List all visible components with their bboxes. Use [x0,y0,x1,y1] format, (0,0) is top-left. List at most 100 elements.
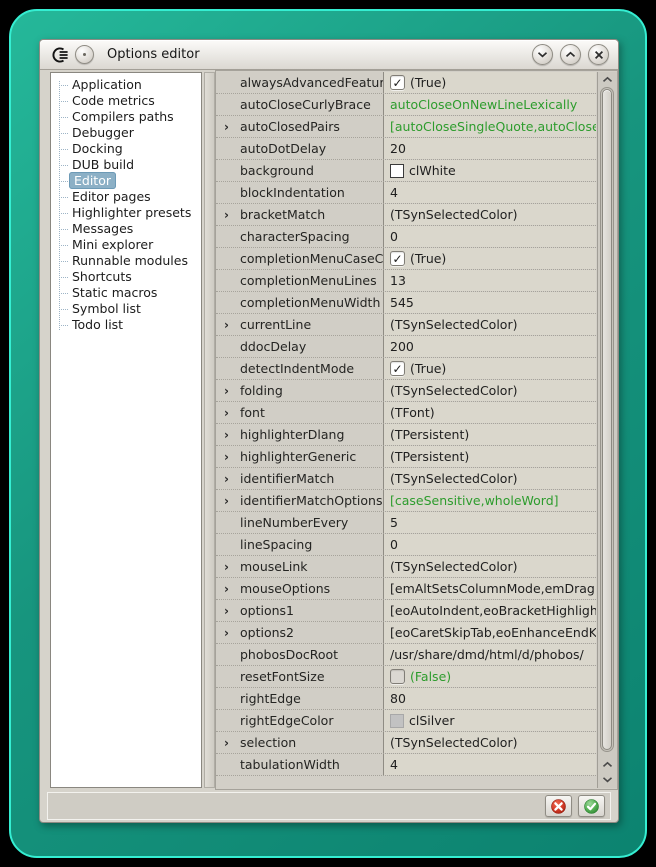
property-value[interactable]: (TSynSelectedColor) [384,556,596,577]
property-name[interactable]: selection [237,732,384,753]
property-row[interactable]: characterSpacing 0 [216,226,596,248]
expand-arrow[interactable]: › [216,622,237,643]
property-value[interactable]: 200 [384,336,596,357]
property-value[interactable]: [caseSensitive,wholeWord] [384,490,596,511]
property-name[interactable]: characterSpacing [237,226,384,247]
property-name[interactable]: completionMenuCaseCare [237,248,384,269]
sidebar-item-label[interactable]: Editor [69,172,116,189]
expand-arrow[interactable]: › [216,732,237,753]
checkbox-checked[interactable]: ✓ [390,251,405,266]
expand-arrow[interactable] [216,644,237,665]
property-value[interactable]: [emAltSetsColumnMode,emDragDro [384,578,596,599]
expand-arrow[interactable]: › [216,204,237,225]
property-value[interactable]: (TSynSelectedColor) [384,468,596,489]
property-value-text[interactable]: 0 [390,229,398,244]
property-name[interactable]: resetFontSize [237,666,384,687]
property-value-text[interactable]: (TSynSelectedColor) [390,383,517,398]
property-value[interactable]: 545 [384,292,596,313]
property-value-text[interactable]: 545 [390,295,414,310]
property-value[interactable]: (TPersistent) [384,446,596,467]
sidebar-item-label[interactable]: Todo list [69,316,126,333]
property-value-text[interactable]: [caseSensitive,wholeWord] [390,493,559,508]
property-value-text[interactable]: 200 [390,339,414,354]
property-value[interactable]: 4 [384,182,596,203]
property-value[interactable]: (TSynSelectedColor) [384,732,596,753]
property-value-text[interactable]: (True) [410,75,446,90]
expand-arrow[interactable] [216,358,237,379]
property-value-text[interactable]: (True) [410,251,446,266]
property-value[interactable]: ✓ (True) [384,248,596,269]
property-value[interactable]: (False) [384,666,596,687]
property-name[interactable]: blockIndentation [237,182,384,203]
expand-arrow[interactable] [216,292,237,313]
sidebar-item[interactable]: Debugger [69,125,201,141]
property-name[interactable]: identifierMatchOptions [237,490,384,511]
property-value[interactable]: ✓(True) [384,72,596,93]
property-value-text[interactable]: clWhite [409,163,456,178]
property-value[interactable]: clSilver [384,710,596,731]
property-value[interactable]: 5 [384,512,596,533]
property-name[interactable]: phobosDocRoot [237,644,384,665]
property-name[interactable]: font [237,402,384,423]
expand-arrow[interactable] [216,270,237,291]
scrollbar-track[interactable] [600,87,614,752]
property-row[interactable]: › options1 [eoAutoIndent,eoBracketHighli… [216,600,596,622]
checkbox-checked[interactable]: ✓ [390,361,405,376]
property-row[interactable]: completionMenuWidth 545 [216,292,596,314]
expand-arrow[interactable] [216,248,237,269]
property-row[interactable]: › mouseLink (TSynSelectedColor) [216,556,596,578]
property-name[interactable]: lineSpacing [237,534,384,555]
property-name[interactable]: autoCloseCurlyBrace [237,94,384,115]
property-value-text[interactable]: (TFont) [390,405,435,420]
property-value[interactable]: [eoCaretSkipTab,eoEnhanceEndKe [384,622,596,643]
property-row[interactable]: lineSpacing 0 [216,534,596,556]
expand-arrow[interactable]: › [216,468,237,489]
sidebar-item-label[interactable]: Runnable modules [69,252,191,269]
property-row[interactable]: › identifierMatchOptions [caseSensitive,… [216,490,596,512]
expand-arrow[interactable] [216,336,237,357]
sidebar-splitter[interactable] [204,72,215,788]
sidebar-item[interactable]: Mini explorer [69,237,201,253]
property-value[interactable]: (TSynSelectedColor) [384,314,596,335]
expand-arrow[interactable] [216,754,237,775]
sidebar-item-label[interactable]: DUB build [69,156,137,173]
property-value-text[interactable]: autoCloseOnNewLineLexically [390,97,577,112]
property-row[interactable]: › highlighterDlang (TPersistent) [216,424,596,446]
property-value[interactable]: 0 [384,226,596,247]
sidebar-item[interactable]: Code metrics [69,93,201,109]
expand-arrow[interactable]: › [216,600,237,621]
expand-arrow[interactable] [216,138,237,159]
property-value[interactable]: 13 [384,270,596,291]
property-name[interactable]: tabulationWidth [237,754,384,775]
property-name[interactable]: autoDotDelay [237,138,384,159]
property-row[interactable]: › selection (TSynSelectedColor) [216,732,596,754]
sidebar-item[interactable]: Messages [69,221,201,237]
expand-arrow[interactable] [216,512,237,533]
scrollbar-thumb[interactable] [602,89,612,750]
property-name[interactable]: background [237,160,384,181]
expand-arrow[interactable] [216,72,237,93]
close-button[interactable] [588,44,609,65]
property-name[interactable]: lineNumberEvery [237,512,384,533]
property-value-text[interactable]: (TSynSelectedColor) [390,471,517,486]
sidebar-item[interactable]: Editor pages [69,189,201,205]
property-value[interactable]: (TSynSelectedColor) [384,204,596,225]
expand-arrow[interactable]: › [216,578,237,599]
property-row[interactable]: completionMenuLines 13 [216,270,596,292]
property-value-text[interactable]: 5 [390,515,398,530]
property-name[interactable]: mouseOptions [237,578,384,599]
property-value-text[interactable]: [eoAutoIndent,eoBracketHighlight [390,603,596,618]
property-row[interactable]: autoCloseCurlyBrace autoCloseOnNewLineLe… [216,94,596,116]
property-value[interactable]: autoCloseOnNewLineLexically [384,94,596,115]
property-row[interactable]: › mouseOptions [emAltSetsColumnMode,emDr… [216,578,596,600]
property-row[interactable]: tabulationWidth 4 [216,754,596,776]
property-row[interactable]: lineNumberEvery 5 [216,512,596,534]
property-row[interactable]: background clWhite [216,160,596,182]
property-value[interactable]: (TSynSelectedColor) [384,380,596,401]
property-value-text[interactable]: 4 [390,757,398,772]
property-value-text[interactable]: 20 [390,141,406,156]
property-name[interactable]: highlighterGeneric [237,446,384,467]
property-value-text[interactable]: (TSynSelectedColor) [390,735,517,750]
sidebar-item[interactable]: Highlighter presets [69,205,201,221]
titlebar[interactable]: Options editor [40,40,618,70]
